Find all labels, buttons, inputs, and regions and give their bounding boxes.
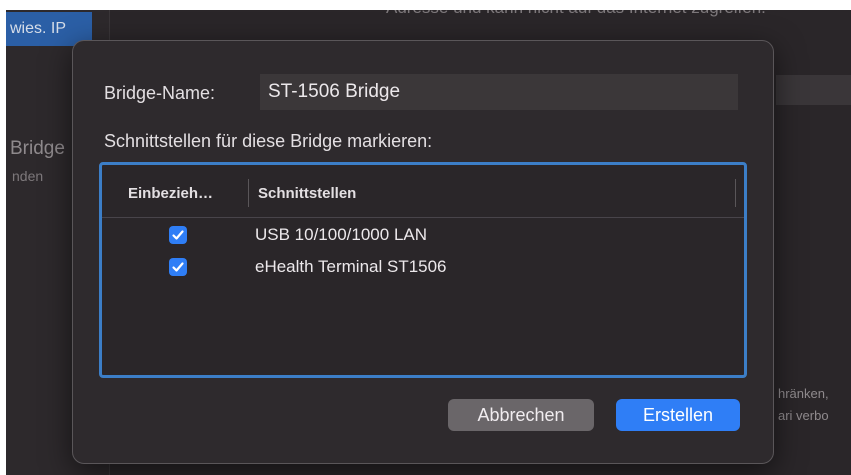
include-checkbox[interactable] (169, 226, 187, 244)
table-row[interactable]: eHealth Terminal ST1506 (102, 252, 744, 282)
background-info-text: Adresse und kann nicht auf das Internet … (386, 10, 766, 18)
background-bridge-label: Bridge (10, 138, 65, 159)
create-button[interactable]: Erstellen (616, 399, 740, 431)
background-field (776, 75, 851, 105)
background-right-text-2: ari verbo (778, 408, 829, 423)
column-separator[interactable] (248, 179, 249, 207)
background-sublabel: nden (12, 168, 44, 184)
include-checkbox[interactable] (169, 258, 187, 276)
bridge-name-input[interactable] (260, 74, 738, 110)
column-header-include[interactable]: Einbezieh… (128, 185, 213, 202)
interfaces-prompt: Schnittstellen für diese Bridge markiere… (104, 131, 433, 151)
background-right-text-1: hränken, (778, 386, 829, 401)
checkmark-icon (172, 262, 184, 272)
interface-label: USB 10/100/1000 LAN (255, 225, 428, 244)
interfaces-table[interactable]: Einbezieh… Schnittstellen USB 10/100/100… (99, 162, 747, 378)
cancel-button[interactable]: Abbrechen (448, 399, 594, 431)
create-bridge-dialog: Bridge-Name: Schnittstellen für diese Br… (72, 40, 774, 464)
screen: wies. IP Bridge nden Adresse und kann ni… (0, 0, 851, 475)
checkmark-icon (172, 230, 184, 240)
table-row[interactable]: USB 10/100/1000 LAN (102, 220, 744, 250)
column-separator[interactable] (735, 179, 736, 207)
interface-label: eHealth Terminal ST1506 (255, 257, 447, 276)
bridge-name-label: Bridge-Name: (104, 83, 216, 103)
column-header-interfaces[interactable]: Schnittstellen (258, 185, 356, 202)
table-header: Einbezieh… Schnittstellen (102, 165, 744, 218)
